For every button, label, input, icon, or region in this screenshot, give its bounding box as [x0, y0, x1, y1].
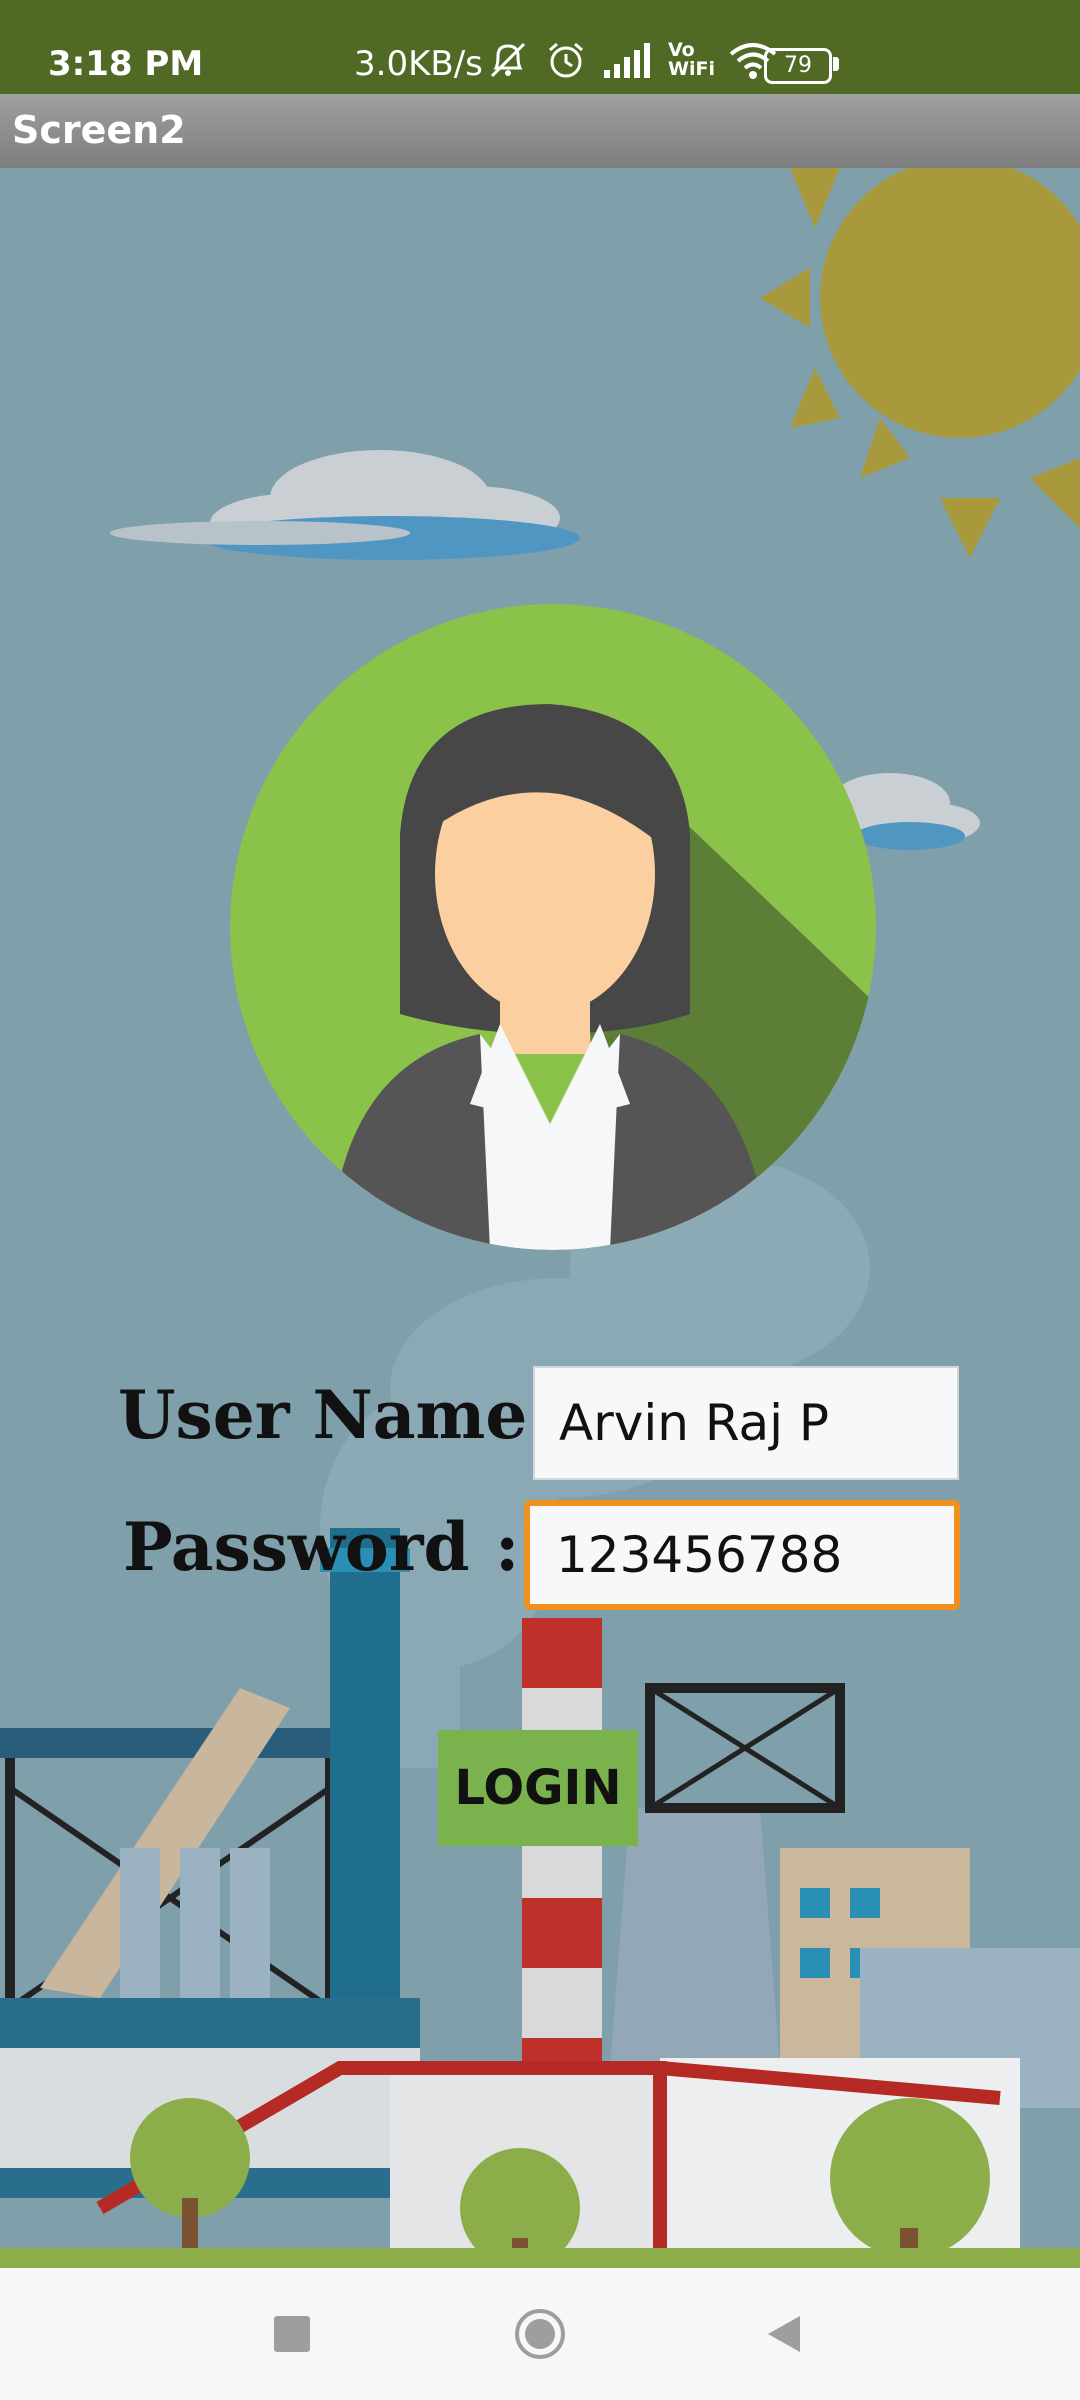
status-bar: 3:18 PM 3.0KB/s Vo WiFi 79: [0, 0, 1080, 94]
username-label: User Name :: [118, 1376, 575, 1454]
navigation-bar: [0, 2268, 1080, 2400]
password-field[interactable]: 123456788: [524, 1500, 960, 1610]
screen-title: Screen2: [12, 108, 186, 152]
status-network-speed: 3.0KB/s: [354, 44, 483, 84]
vowifi-icon: Vo WiFi: [668, 39, 715, 80]
alarm-icon: [549, 42, 583, 78]
triangle-back-icon[interactable]: [764, 2314, 804, 2354]
vowifi-label: Vo WiFi: [668, 39, 715, 80]
battery-icon: 79: [764, 48, 832, 84]
username-field[interactable]: Arvin Raj P: [533, 1366, 959, 1480]
battery-level: 79: [784, 53, 812, 78]
user-avatar-icon: [230, 604, 876, 1250]
login-button[interactable]: LOGIN: [438, 1730, 638, 1846]
signal-icon: [604, 43, 650, 78]
title-bar: Screen2: [0, 94, 1080, 168]
mute-bell-icon: [490, 42, 526, 78]
circle-home-icon[interactable]: [514, 2308, 566, 2360]
square-recents-icon[interactable]: [274, 2316, 310, 2352]
status-time: 3:18 PM: [48, 44, 204, 84]
password-colon: :: [495, 1508, 520, 1586]
password-label: Password: [123, 1508, 470, 1586]
battery-tip: [833, 57, 839, 71]
